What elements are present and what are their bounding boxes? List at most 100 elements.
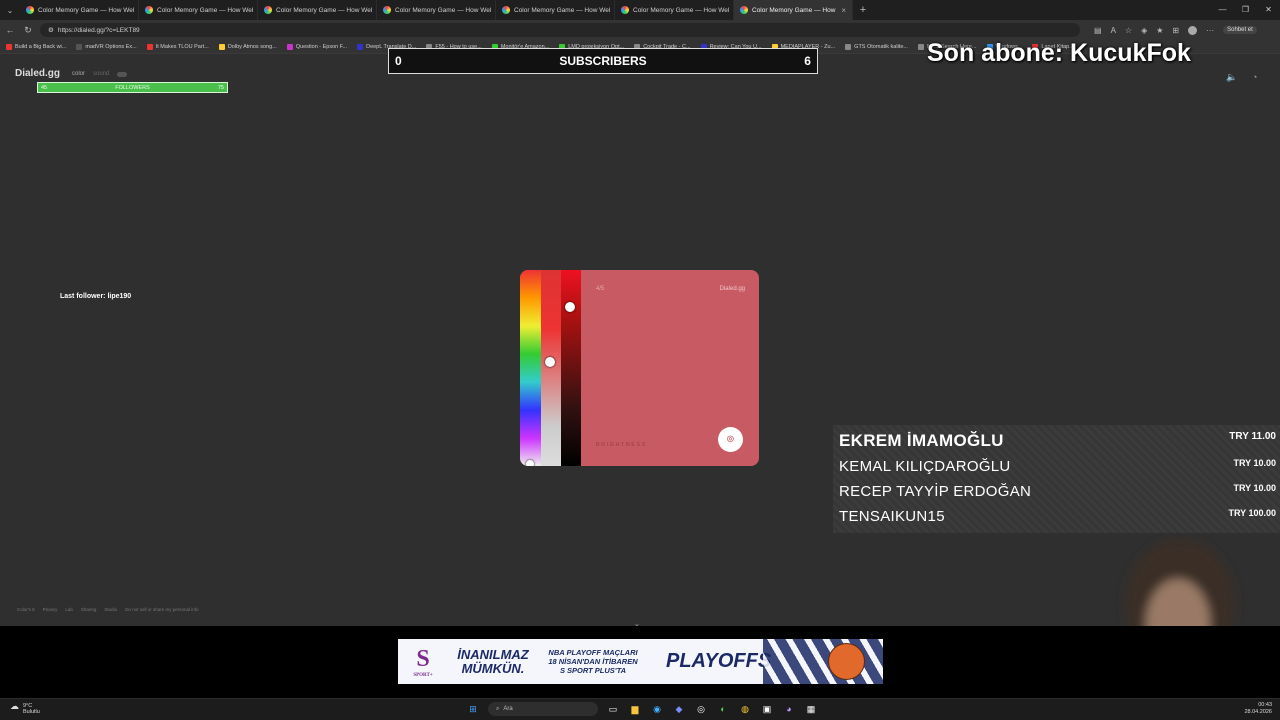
browser-tab-bar: ⌄ Color Memory Game — How Wel×Color Memo… <box>0 0 1280 20</box>
saturation-handle[interactable] <box>545 357 555 367</box>
browser-tab[interactable]: Color Memory Game — How × <box>734 0 853 20</box>
app-icon-3[interactable]: ◐ <box>716 702 730 716</box>
footer-link[interactable]: Studio <box>104 607 117 612</box>
cloud-icon: ☁ <box>10 701 19 711</box>
bookmark-item[interactable]: GTS Otomatik kalite... <box>845 43 908 50</box>
footer-link[interactable]: Do not sell or share my personal info <box>125 607 198 612</box>
app-icon-4[interactable]: ▣ <box>760 702 774 716</box>
system-clock[interactable]: 00:43 28.04.2026 <box>1244 702 1272 716</box>
bookmark-item[interactable]: Build a Big Back wi... <box>6 43 66 50</box>
browser-tab[interactable]: Color Memory Game — How Wel× <box>377 0 496 20</box>
submit-button[interactable]: ⊚ <box>718 427 743 452</box>
profile-avatar[interactable] <box>1188 25 1198 35</box>
toolbar-icons: ▤ A ☆ ◈ ★ ⊞ ··· Sohbet et <box>1094 25 1257 35</box>
favicon-icon <box>740 6 748 14</box>
footer-link[interactable]: Privacy <box>43 607 58 612</box>
footer-link[interactable]: Color's 6 <box>17 607 35 612</box>
close-window-icon[interactable]: ✕ <box>1257 0 1280 20</box>
nav-sound[interactable]: sound <box>93 71 109 77</box>
chrome-icon[interactable]: ◍ <box>738 702 752 716</box>
card-brand: Dialed.gg <box>719 286 745 292</box>
start-icon[interactable]: ⊞ <box>466 702 480 716</box>
new-tab-button[interactable]: + <box>853 4 873 16</box>
tab-search-icon[interactable]: ⌄ <box>0 6 20 15</box>
ad-banner[interactable]: S SPORT+ İNANILMAZ MÜMKÜN. NBA PLAYOFF M… <box>398 639 883 684</box>
favicon-icon <box>145 6 153 14</box>
subs-right: 6 <box>804 54 811 68</box>
donation-row: KEMAL KILIÇDAROĞLU TRY 10.00 <box>839 458 1276 475</box>
bookmark-item[interactable]: It Makes TLOU Part... <box>146 43 209 50</box>
more-icon[interactable]: ··· <box>1206 26 1214 35</box>
bookmark-icon <box>845 43 852 50</box>
footer-link[interactable]: Sharing <box>81 607 97 612</box>
screen: ⌄ Color Memory Game — How Wel×Color Memo… <box>0 0 1280 720</box>
back-icon[interactable]: ← <box>4 25 16 35</box>
ad-logo-sub: SPORT+ <box>413 672 433 678</box>
footer-link[interactable]: Lab <box>65 607 73 612</box>
collections-icon[interactable]: ⊞ <box>1172 26 1179 35</box>
bookmark-label: It Makes TLOU Part... <box>155 43 209 50</box>
ad-slogan-1: İNANILMAZ <box>457 646 529 662</box>
app-icon-2[interactable]: ◎ <box>694 702 708 716</box>
minimize-icon[interactable]: — <box>1211 0 1234 20</box>
volume-icon[interactable]: 🔈 <box>1226 72 1237 83</box>
app-icon-5[interactable]: ▦ <box>804 702 818 716</box>
close-tab-icon[interactable]: × <box>841 6 846 15</box>
edge-icon[interactable]: ◉ <box>650 702 664 716</box>
extensions-icon[interactable]: ◈ <box>1141 26 1147 35</box>
reload-icon[interactable]: ↻ <box>22 25 34 36</box>
nav-color[interactable]: color <box>72 71 85 77</box>
browser-tab[interactable]: Color Memory Game — How Wel× <box>20 0 139 20</box>
ad-logo: S SPORT+ <box>398 646 448 678</box>
sound-toggle[interactable] <box>117 71 128 77</box>
site-info-icon[interactable]: ⚙ <box>48 26 54 34</box>
favorites-icon[interactable]: ★ <box>1156 26 1163 35</box>
brightness-handle[interactable] <box>565 302 575 312</box>
ad-playoffs: PLAYOFFS <box>666 650 772 672</box>
favicon-icon <box>502 6 510 14</box>
bookmark-item[interactable]: Dolby Atmos song... <box>218 43 277 50</box>
tab-title: Color Memory Game — How Wel <box>38 6 135 14</box>
url-field[interactable]: ⚙ https://dialed.gg/?c=LEKT89 <box>40 23 1080 37</box>
chat-button[interactable]: Sohbet et <box>1223 26 1257 34</box>
taskbar-search[interactable]: ⌕ Ara <box>488 702 598 716</box>
saturation-slider[interactable] <box>541 270 561 466</box>
brightness-label: BRIGHTNESS <box>596 442 647 448</box>
read-aloud-icon[interactable]: A <box>1111 26 1116 35</box>
hue-slider[interactable] <box>520 270 541 466</box>
reader-icon[interactable]: ▤ <box>1094 26 1102 35</box>
url-text: https://dialed.gg/?c=LEKT89 <box>57 26 140 34</box>
donation-row: RECEP TAYYİP ERDOĞAN TRY 10.00 <box>839 483 1276 500</box>
favorite-icon[interactable]: ☆ <box>1125 26 1132 35</box>
color-picker-card: 4/5 Dialed.gg BRIGHTNESS ⊚ <box>520 270 759 466</box>
ad-info-1: NBA PLAYOFF MAÇLARI <box>548 648 638 657</box>
donor-name: KEMAL KILIÇDAROĞLU <box>839 458 1011 475</box>
donation-row: EKREM İMAMOĞLU TRY 11.00 <box>839 431 1276 451</box>
browser-tab[interactable]: Color Memory Game — How Wel× <box>139 0 258 20</box>
brightness-slider[interactable] <box>561 270 581 466</box>
app-icon-1[interactable]: ◆ <box>672 702 686 716</box>
theme-icon[interactable]: ◔ <box>1252 72 1257 82</box>
browser-tab[interactable]: Color Memory Game — How Wel× <box>258 0 377 20</box>
bookmark-item[interactable]: madVR Options Ex... <box>76 43 137 50</box>
taskbar-apps: ⊞ ⌕ Ara ▭ ▆ ◉ ◆ ◎ ◐ ◍ ▣ ◕ ▦ <box>466 702 818 716</box>
search-icon: ⌕ <box>496 705 500 712</box>
bookmark-icon <box>218 43 225 50</box>
site-logo[interactable]: Dialed.gg <box>15 68 60 79</box>
bookmark-icon <box>357 43 364 50</box>
restore-icon[interactable]: ❐ <box>1234 0 1257 20</box>
browser-tab[interactable]: Color Memory Game — How Wel× <box>615 0 734 20</box>
last-subscriber: Son abone: KucukFok <box>927 39 1191 67</box>
taskbar: ☁ 9°C Bulutlu ⊞ ⌕ Ara ▭ ▆ ◉ ◆ ◎ ◐ ◍ ▣ ◕ … <box>0 698 1280 720</box>
weather-widget[interactable]: ☁ 9°C Bulutlu <box>10 701 40 716</box>
bookmark-icon <box>6 43 12 50</box>
tab-title: Color Memory Game — How Wel <box>276 6 373 14</box>
browser-tab[interactable]: Color Memory Game — How Wel× <box>496 0 615 20</box>
file-explorer-icon[interactable]: ▆ <box>628 702 642 716</box>
followers-left: 45 <box>41 84 48 91</box>
hue-handle[interactable] <box>526 460 534 466</box>
discord-icon[interactable]: ◕ <box>782 702 796 716</box>
task-view-icon[interactable]: ▭ <box>606 702 620 716</box>
favicon-icon <box>264 6 272 14</box>
bookmark-item[interactable]: Question - Epson F... <box>286 43 347 50</box>
